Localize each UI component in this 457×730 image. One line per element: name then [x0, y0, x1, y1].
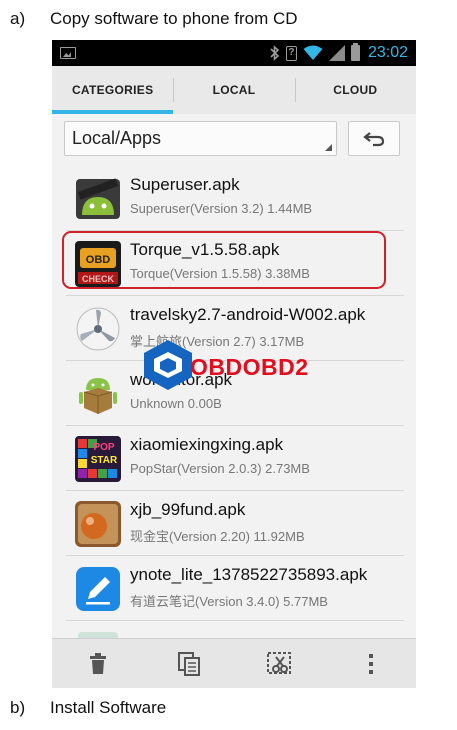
file-meta: 现金宝(Version 2.20) 11.92MB: [130, 529, 305, 544]
partial-app-icon: [74, 630, 122, 638]
delete-button[interactable]: [52, 639, 143, 689]
list-item[interactable]: xjb_99fund.apk 现金宝(Version 2.20) 11.92MB: [66, 491, 404, 556]
path-dropdown[interactable]: Local/Apps: [64, 121, 337, 156]
tab-bar: CATEGORIES LOCAL CLOUD: [52, 66, 416, 114]
propeller-icon: [74, 305, 122, 353]
caption-b-tag: b): [10, 698, 26, 717]
superuser-android-icon: [74, 175, 122, 223]
wifi-icon: [303, 45, 323, 61]
status-bar: ? 23:02: [52, 40, 416, 66]
file-meta: PopStar(Version 2.0.3) 2.73MB: [130, 461, 310, 476]
caption-a: a) Copy software to phone from CD: [10, 9, 298, 29]
caption-a-tag: a): [10, 9, 26, 28]
status-icons: ? 23:02: [270, 43, 416, 62]
file-name: travelsky2.7-android-W002.apk: [130, 305, 366, 324]
file-name: xjb_99fund.apk: [130, 500, 246, 519]
cut-button[interactable]: [234, 639, 325, 689]
ynote-pen-icon: [74, 565, 122, 613]
svg-text:POP: POP: [93, 442, 114, 453]
back-arrow-icon: [363, 131, 385, 146]
copy-button[interactable]: [143, 639, 234, 689]
svg-text:STAR: STAR: [91, 455, 118, 466]
list-item[interactable]: [66, 621, 404, 638]
watermark-text: OBDOBD2: [190, 354, 309, 380]
dropdown-caret-icon: [325, 144, 332, 151]
clock: 23:02: [367, 44, 408, 61]
signal-icon: [328, 45, 345, 61]
highlight-box: [62, 231, 386, 289]
bottom-action-bar: [52, 638, 416, 688]
bluetooth-icon: [270, 45, 280, 61]
list-item[interactable]: POP STAR xiaomiexingxing.apk PopStar(Ver…: [66, 426, 404, 491]
tab-categories[interactable]: CATEGORIES: [52, 66, 174, 114]
popstar-icon: POP STAR: [74, 435, 122, 483]
battery-icon: [350, 43, 360, 61]
file-meta: 有道云笔记(Version 3.4.0) 5.77MB: [130, 594, 328, 609]
cut-icon: [266, 651, 291, 674]
caption-b: b) Install Software: [10, 698, 166, 718]
tab-local[interactable]: LOCAL: [173, 66, 294, 114]
up-folder-button[interactable]: [348, 121, 400, 156]
xjb-ball-icon: [74, 500, 122, 548]
file-name: ynote_lite_1378522735893.apk: [130, 565, 368, 584]
delete-icon: [89, 652, 106, 674]
list-item[interactable]: Superuser.apk Superuser(Version 3.2) 1.4…: [66, 166, 404, 231]
caption-b-text: Install Software: [50, 698, 167, 717]
tab-cloud[interactable]: CLOUD: [294, 66, 416, 114]
file-meta: Unknown 0.00B: [130, 396, 222, 411]
caption-a-text: Copy software to phone from CD: [50, 9, 298, 28]
unknown-icon: ?: [285, 45, 297, 61]
overflow-menu-icon: [368, 653, 373, 674]
file-name: xiaomiexingxing.apk: [130, 435, 284, 454]
gallery-icon: [60, 47, 76, 59]
copy-icon: [177, 651, 200, 676]
overflow-menu-button[interactable]: [325, 639, 416, 689]
android-package-icon: [74, 370, 122, 418]
list-item[interactable]: ynote_lite_1378522735893.apk 有道云笔记(Versi…: [66, 556, 404, 621]
path-dropdown-value: Local/Apps: [72, 128, 162, 148]
file-name: Superuser.apk: [130, 175, 240, 194]
file-meta: Superuser(Version 3.2) 1.44MB: [130, 201, 313, 216]
